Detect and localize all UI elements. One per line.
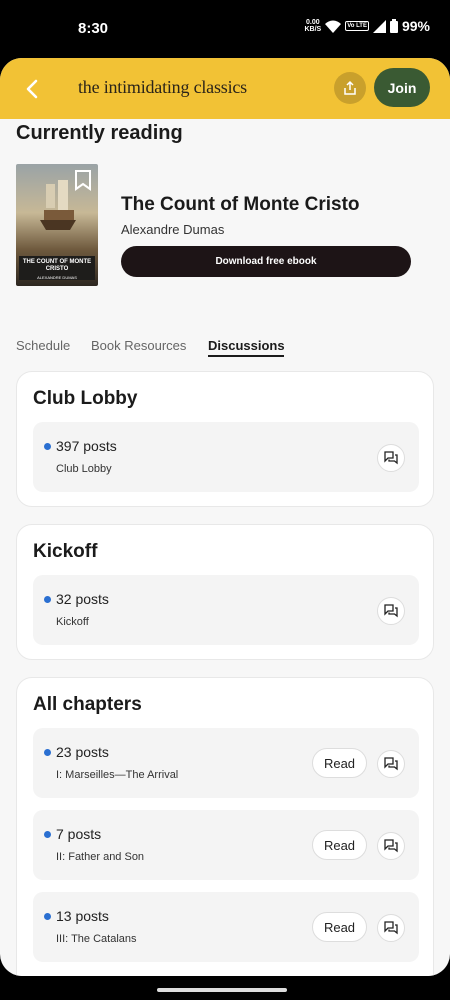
list-item[interactable]: 7 posts II: Father and Son Read: [33, 810, 419, 880]
discussion-button[interactable]: [377, 750, 405, 778]
discussion-button[interactable]: [377, 444, 405, 472]
club-lobby-card: Club Lobby 397 posts Club Lobby: [16, 371, 434, 507]
join-button[interactable]: Join: [374, 68, 430, 107]
download-ebook-button[interactable]: Download free ebook: [121, 246, 411, 277]
chat-bubbles-icon: [384, 921, 398, 935]
system-nav-bar: [0, 976, 450, 1000]
home-gesture-handle[interactable]: [157, 988, 287, 992]
volte-icon: Vo LTE: [345, 21, 369, 31]
discussion-button[interactable]: [377, 914, 405, 942]
discussion-button[interactable]: [377, 832, 405, 860]
cover-title-band: THE COUNT OF MONTE CRISTO ALEXANDRE DUMA…: [19, 256, 95, 280]
list-item[interactable]: 397 posts Club Lobby: [33, 422, 419, 492]
thread-name: Kickoff: [56, 616, 89, 628]
cover-author: ALEXANDRE DUMAS: [37, 275, 77, 280]
status-bar: 8:30 0.00 KB/S Vo LTE 99%: [0, 0, 450, 58]
status-time: 8:30: [78, 20, 109, 37]
chapter-name: I: Marseilles—The Arrival: [56, 769, 179, 781]
chapter-name: II: Father and Son: [56, 851, 145, 863]
chat-bubbles-icon: [384, 839, 398, 853]
read-button[interactable]: Read: [312, 912, 367, 942]
unread-dot: [44, 443, 51, 450]
all-chapters-card: All chapters 23 posts I: Marseilles—The …: [16, 677, 434, 976]
app-screen: the intimidating classics Join Currently…: [0, 58, 450, 976]
unread-dot: [44, 913, 51, 920]
list-item[interactable]: 23 posts I: Marseilles—The Arrival Read: [33, 728, 419, 798]
wifi-icon: [325, 20, 342, 33]
cover-title: THE COUNT OF MONTE CRISTO: [22, 259, 92, 272]
book-title: The Count of Monte Cristo: [121, 194, 360, 215]
card-title: Club Lobby: [33, 388, 138, 409]
discussion-button[interactable]: [377, 597, 405, 625]
chat-bubbles-icon: [384, 604, 398, 618]
list-item[interactable]: 13 posts III: The Catalans Read: [33, 892, 419, 962]
unread-dot: [44, 596, 51, 603]
chat-bubbles-icon: [384, 757, 398, 771]
kickoff-card: Kickoff 32 posts Kickoff: [16, 524, 434, 660]
back-button[interactable]: [20, 76, 46, 102]
post-count: 7 posts: [56, 826, 102, 842]
read-button[interactable]: Read: [312, 748, 367, 778]
tab-book-resources[interactable]: Book Resources: [91, 338, 186, 353]
battery-icon: [389, 19, 398, 33]
thread-name: Club Lobby: [56, 463, 112, 475]
card-title: All chapters: [33, 694, 142, 715]
post-count: 23 posts: [56, 744, 109, 760]
post-count: 32 posts: [56, 591, 109, 607]
bookmark-button[interactable]: [73, 169, 93, 191]
network-speed: 0.00 KB/S: [304, 19, 322, 33]
top-app-bar: the intimidating classics Join: [0, 58, 450, 119]
brand-logo: the intimidating classics: [78, 77, 247, 97]
read-button[interactable]: Read: [312, 830, 367, 860]
unread-dot: [44, 831, 51, 838]
list-item[interactable]: 32 posts Kickoff: [33, 575, 419, 645]
chevron-left-icon: [26, 79, 38, 99]
tab-schedule[interactable]: Schedule: [16, 338, 70, 353]
battery-percent: 99%: [401, 18, 430, 34]
card-title: Kickoff: [33, 541, 98, 562]
unread-dot: [44, 749, 51, 756]
share-icon: [344, 80, 356, 95]
signal-icon: [372, 19, 386, 33]
ship-illustration: [40, 180, 76, 230]
chapter-name: III: The Catalans: [56, 933, 137, 945]
post-count: 13 posts: [56, 908, 109, 924]
section-title: Currently reading: [16, 122, 183, 144]
chat-bubbles-icon: [384, 451, 398, 465]
post-count: 397 posts: [56, 438, 117, 454]
tab-discussions[interactable]: Discussions: [208, 338, 285, 353]
share-button[interactable]: [334, 72, 366, 104]
active-tab-indicator: [208, 355, 284, 357]
status-icons: 0.00 KB/S Vo LTE 99%: [304, 18, 430, 34]
book-author: Alexandre Dumas: [121, 222, 225, 237]
bookmark-icon: [75, 170, 91, 191]
